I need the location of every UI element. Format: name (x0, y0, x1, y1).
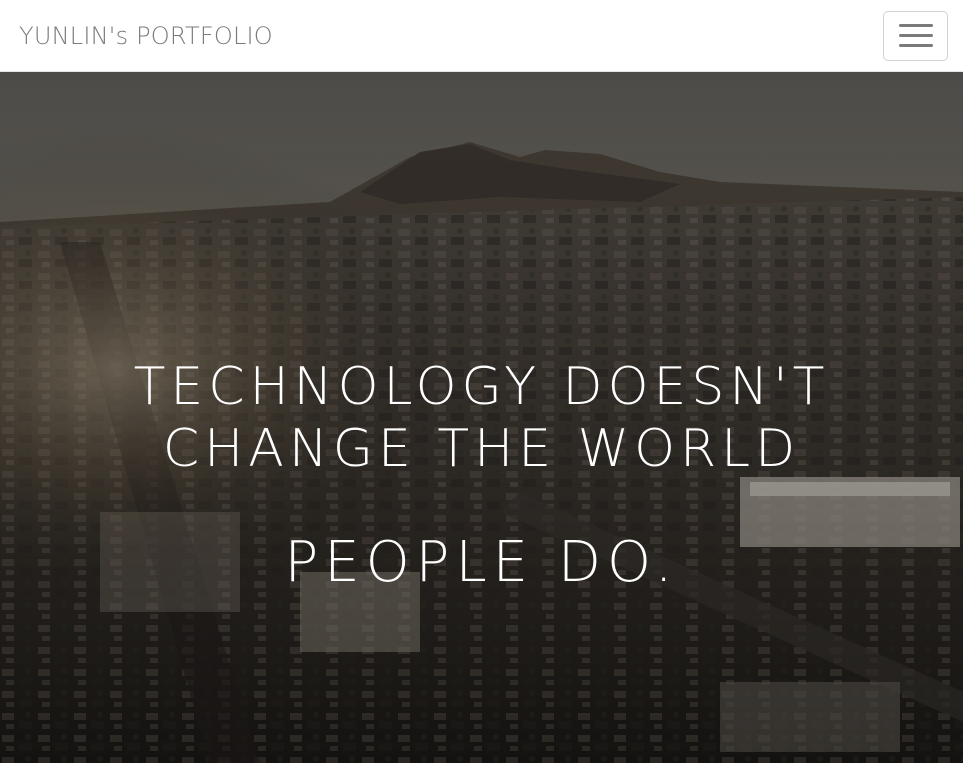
hamburger-menu-icon (898, 24, 933, 27)
hamburger-menu-icon-bar (898, 34, 933, 37)
headline-line-2: CHANGE THE WORLD (162, 419, 801, 479)
brand-link[interactable]: YUNLIN's PORTFOLIO (19, 22, 273, 50)
menu-toggle-button[interactable] (883, 10, 948, 61)
headline-line-1: TECHNOLOGY DOESN'T (133, 357, 830, 417)
headline-line-3: PEOPLE DO. (284, 530, 679, 595)
hero-headline: TECHNOLOGY DOESN'T CHANGE THE WORLD PEOP… (0, 356, 963, 594)
hamburger-menu-icon-bar (898, 44, 933, 47)
hero-section: TECHNOLOGY DOESN'T CHANGE THE WORLD PEOP… (0, 72, 963, 763)
navbar: YUNLIN's PORTFOLIO (0, 0, 963, 72)
